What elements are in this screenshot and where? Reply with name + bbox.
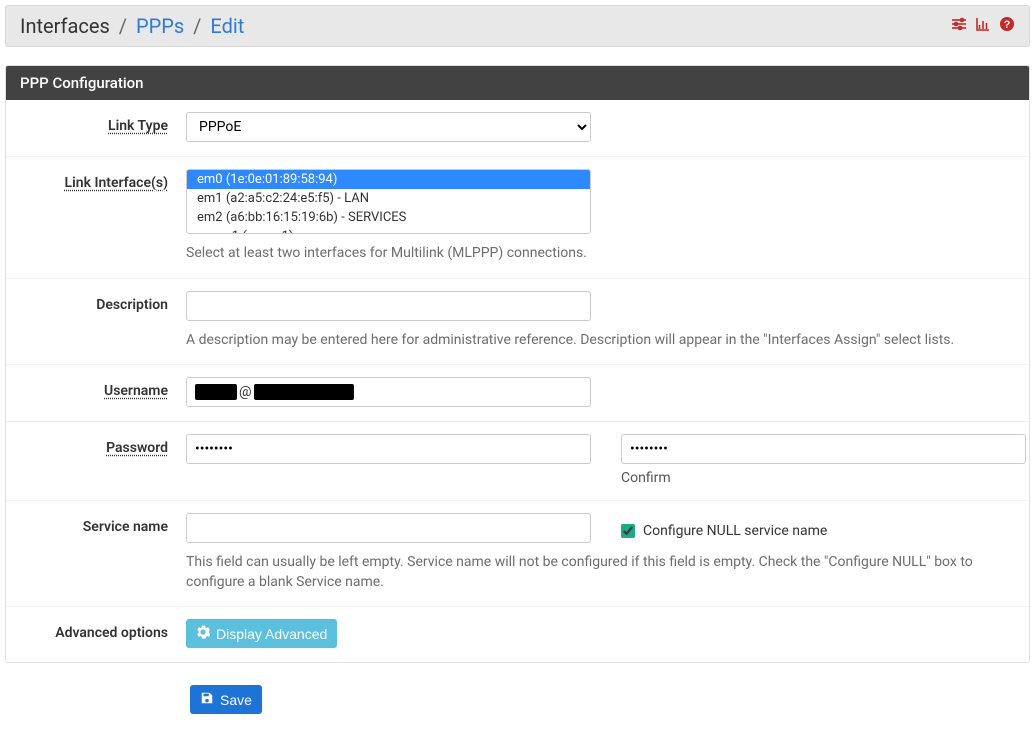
password-input[interactable] (186, 434, 591, 464)
label-advanced: Advanced options (16, 619, 186, 641)
interface-option[interactable]: em1 (a2:a5:c2:24:e5:f5) - LAN (187, 189, 590, 208)
username-prefix-redacted (195, 384, 237, 400)
save-icon (200, 691, 214, 708)
username-input[interactable]: @ (186, 377, 591, 407)
svg-text:?: ? (1004, 19, 1011, 31)
gear-icon (196, 625, 210, 642)
save-row: Save (5, 675, 1030, 724)
service-name-help: This field can usually be left empty. Se… (186, 553, 1019, 592)
display-advanced-button[interactable]: Display Advanced (186, 619, 337, 648)
label-description: Description (16, 291, 186, 313)
null-service-checkbox[interactable] (621, 524, 635, 538)
breadcrumb-root: Interfaces (20, 14, 110, 38)
description-help: A description may be entered here for ad… (186, 331, 1019, 351)
row-advanced: Advanced options Display Advanced (6, 607, 1029, 662)
page-header: Interfaces / PPPs / Edit ? (5, 5, 1030, 47)
row-link-type: Link Type PPPoE (6, 100, 1029, 157)
row-username: Username @ (6, 365, 1029, 422)
save-label: Save (220, 692, 252, 708)
breadcrumb-edit-link[interactable]: Edit (210, 14, 244, 38)
label-link-interfaces: Link Interface(s) (16, 169, 186, 191)
panel-body: Link Type PPPoE Link Interface(s) em0 (1… (6, 100, 1029, 662)
interface-option[interactable]: em0 (1e:0e:01:89:58:94) (187, 170, 590, 189)
chart-icon[interactable] (975, 16, 991, 36)
breadcrumb-ppps-link[interactable]: PPPs (136, 14, 184, 38)
description-input[interactable] (186, 291, 591, 321)
display-advanced-label: Display Advanced (216, 626, 327, 642)
link-interfaces-help: Select at least two interfaces for Multi… (186, 244, 1019, 264)
save-button[interactable]: Save (190, 685, 262, 714)
panel-title: PPP Configuration (6, 66, 1029, 100)
username-suffix-redacted (254, 384, 354, 400)
username-at: @ (239, 384, 252, 400)
row-link-interfaces: Link Interface(s) em0 (1e:0e:01:89:58:94… (6, 157, 1029, 279)
settings-sliders-icon[interactable] (951, 16, 967, 36)
interface-option[interactable]: ovpns1 (ovpns1) (187, 227, 590, 234)
label-password: Password (16, 434, 186, 456)
link-type-select[interactable]: PPPoE (186, 112, 591, 142)
header-action-icons: ? (951, 16, 1015, 36)
row-password: Password Confirm (6, 422, 1029, 501)
password-confirm-input[interactable] (621, 434, 1026, 464)
ppp-config-panel: PPP Configuration Link Type PPPoE Link I… (5, 65, 1030, 663)
label-service-name: Service name (16, 513, 186, 535)
null-service-label[interactable]: Configure NULL service name (643, 523, 827, 539)
link-interfaces-select[interactable]: em0 (1e:0e:01:89:58:94)em1 (a2:a5:c2:24:… (186, 169, 591, 234)
breadcrumb-sep: / (119, 14, 127, 38)
label-link-type: Link Type (16, 112, 186, 134)
service-name-input[interactable] (186, 513, 591, 543)
row-description: Description A description may be entered… (6, 279, 1029, 366)
row-service-name: Service name Configure NULL service name… (6, 501, 1029, 607)
label-username: Username (16, 377, 186, 399)
password-confirm-label: Confirm (621, 470, 1026, 486)
breadcrumb-sep: / (193, 14, 201, 38)
interface-option[interactable]: em2 (a6:bb:16:15:19:6b) - SERVICES (187, 208, 590, 227)
help-icon[interactable]: ? (999, 16, 1015, 36)
breadcrumb: Interfaces / PPPs / Edit (20, 14, 244, 38)
